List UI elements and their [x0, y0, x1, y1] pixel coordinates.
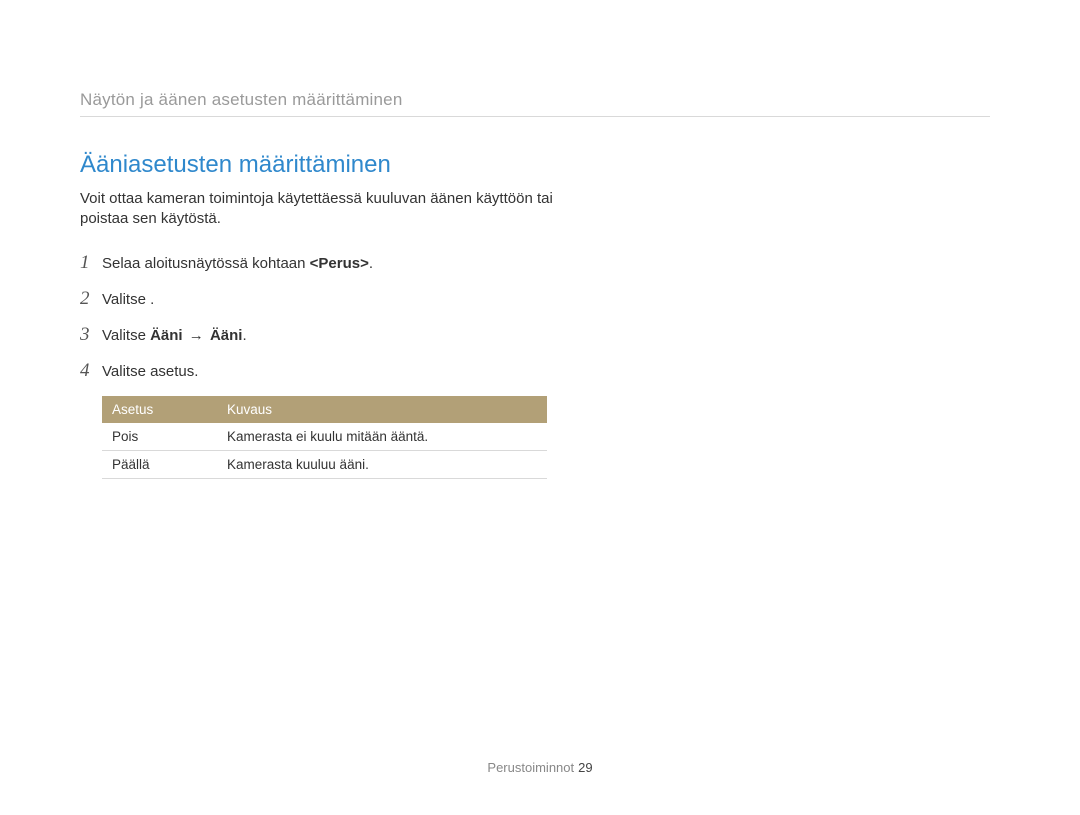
step-3: 3 Valitse Ääni → Ääni. [80, 324, 1000, 346]
footer-page-number: 29 [578, 760, 592, 775]
step1-prefix: Selaa aloitusnäytössä kohtaan [102, 255, 310, 272]
step-2: 2 Valitse . [80, 288, 1000, 310]
intro-paragraph: Voit ottaa kameran toimintoja käytettäes… [80, 189, 560, 230]
step-text: Valitse Ääni → Ääni. [102, 327, 247, 344]
step3-prefix: Valitse [102, 327, 150, 344]
section-title: Ääniasetusten määrittäminen [80, 151, 1000, 179]
step-number: 4 [80, 360, 102, 382]
step-text: Valitse . [102, 291, 154, 308]
step1-suffix: . [369, 255, 373, 272]
table-header-row: Asetus Kuvaus [102, 396, 547, 423]
footer-section: Perustoiminnot [487, 760, 574, 775]
page-footer: Perustoiminnot 29 [0, 760, 1080, 775]
manual-page: Näytön ja äänen asetusten määrittäminen … [0, 0, 1080, 815]
step-number: 3 [80, 324, 102, 346]
step3-suffix: . [242, 327, 246, 344]
breadcrumb: Näytön ja äänen asetusten määrittäminen [80, 90, 990, 117]
step1-bold: <Perus> [310, 255, 369, 272]
table-row: Päällä Kamerasta kuuluu ääni. [102, 450, 547, 478]
table-header-setting: Asetus [102, 396, 217, 423]
table-header-description: Kuvaus [217, 396, 547, 423]
step-text: Selaa aloitusnäytössä kohtaan <Perus>. [102, 255, 373, 272]
settings-table: Asetus Kuvaus Pois Kamerasta ei kuulu mi… [102, 396, 547, 479]
step3-bold2: Ääni [210, 327, 243, 344]
table-cell-description: Kamerasta ei kuulu mitään ääntä. [217, 423, 547, 451]
step-text: Valitse asetus. [102, 363, 198, 380]
table-cell-setting: Pois [102, 423, 217, 451]
step-1: 1 Selaa aloitusnäytössä kohtaan <Perus>. [80, 252, 1000, 274]
step3-bold1: Ääni [150, 327, 183, 344]
step-number: 1 [80, 252, 102, 274]
step-number: 2 [80, 288, 102, 310]
table-cell-setting: Päällä [102, 450, 217, 478]
step-4: 4 Valitse asetus. [80, 360, 1000, 382]
table-row: Pois Kamerasta ei kuulu mitään ääntä. [102, 423, 547, 451]
table-cell-description: Kamerasta kuuluu ääni. [217, 450, 547, 478]
arrow-right-icon: → [187, 327, 206, 344]
steps-list: 1 Selaa aloitusnäytössä kohtaan <Perus>.… [80, 252, 1000, 382]
